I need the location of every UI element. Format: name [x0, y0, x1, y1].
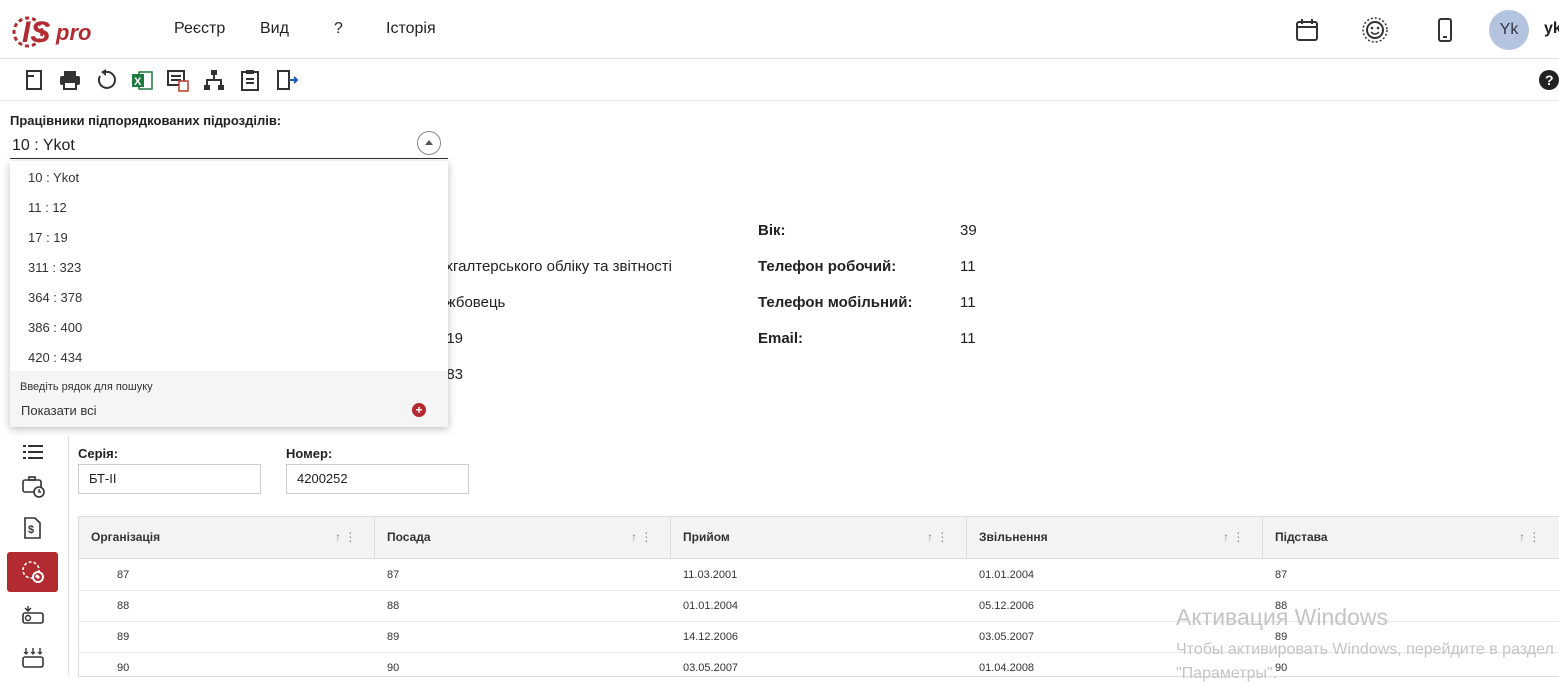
- search-hint[interactable]: Введіть рядок для пошуку: [20, 381, 153, 393]
- clipboard-icon[interactable]: [238, 68, 262, 92]
- excel-icon[interactable]: X: [130, 68, 154, 92]
- series-label: Серія:: [78, 446, 119, 461]
- info-department: ухгалтерського обліку та звітності: [438, 258, 672, 275]
- table-row[interactable]: 87 87 11.03.2001 01.01.2004 87: [79, 559, 1559, 591]
- series-field[interactable]: БТ-ІІ: [78, 464, 261, 494]
- help-icon[interactable]: ?: [1539, 70, 1559, 90]
- avatar[interactable]: Yk: [1489, 10, 1529, 50]
- chevron-up-icon[interactable]: [417, 131, 441, 155]
- column-header-organization[interactable]: Організація ↑ ⋮: [79, 517, 375, 558]
- print-icon[interactable]: [58, 68, 82, 92]
- svg-text:pro: pro: [55, 20, 91, 45]
- svg-text:IS: IS: [22, 16, 50, 49]
- number-field[interactable]: 4200252: [286, 464, 469, 494]
- menu-help[interactable]: ?: [334, 20, 343, 38]
- deductions-icon[interactable]: [7, 638, 58, 678]
- column-header-hire[interactable]: Прийом ↑ ⋮: [671, 517, 967, 558]
- column-header-position[interactable]: Посада ↑ ⋮: [375, 517, 671, 558]
- ispro-logo[interactable]: IS pro: [12, 6, 102, 54]
- email-label: Email:: [758, 330, 804, 347]
- sort-icon[interactable]: ↑ ⋮: [1223, 530, 1244, 544]
- age-value: 39: [960, 222, 977, 239]
- dropdown-option[interactable]: 11 : 12: [28, 200, 67, 215]
- refresh-icon[interactable]: [94, 68, 118, 92]
- toolbar: X: [0, 59, 1559, 101]
- windows-activation-title: Активация Windows: [1176, 604, 1388, 630]
- smiley-icon[interactable]: [1362, 17, 1388, 43]
- sort-icon[interactable]: ↑ ⋮: [631, 530, 652, 544]
- mobile-phone-value: 11: [960, 294, 976, 311]
- menu-history[interactable]: Історія: [386, 20, 436, 38]
- payments-icon[interactable]: [7, 596, 58, 636]
- plus-icon[interactable]: +: [412, 403, 426, 417]
- dropdown-option[interactable]: 364 : 378: [28, 290, 82, 305]
- card-icon[interactable]: [22, 68, 46, 92]
- work-phone-label: Телефон робочий:: [758, 258, 897, 275]
- filter-select-value[interactable]: 10 : Ykot: [12, 137, 75, 155]
- sort-icon[interactable]: ↑ ⋮: [927, 530, 948, 544]
- svg-text:?: ?: [1545, 72, 1554, 88]
- list-icon[interactable]: [7, 438, 58, 466]
- report-icon[interactable]: [166, 68, 190, 92]
- table-header: Організація ↑ ⋮ Посада ↑ ⋮ Прийом ↑ ⋮ Зв…: [79, 517, 1559, 559]
- filter-underline: [10, 158, 448, 159]
- side-nav: $: [0, 436, 69, 675]
- structure-icon[interactable]: [202, 68, 226, 92]
- employment-history-icon[interactable]: [7, 552, 58, 592]
- filter-dropdown: 10 : Ykot 11 : 12 17 : 19 311 : 323 364 …: [10, 161, 448, 427]
- calendar-icon[interactable]: [1294, 17, 1320, 43]
- mobile-phone-label: Телефон мобільний:: [758, 294, 913, 311]
- svg-text:$: $: [28, 524, 34, 536]
- dropdown-option[interactable]: 386 : 400: [28, 320, 82, 335]
- svg-text:X: X: [134, 76, 142, 88]
- sort-icon[interactable]: ↑ ⋮: [1519, 530, 1540, 544]
- user-name[interactable]: yk: [1544, 20, 1559, 38]
- filter-label: Працівники підпорядкованих підрозділів:: [10, 113, 282, 128]
- dropdown-option[interactable]: 420 : 434: [28, 350, 82, 365]
- number-label: Номер:: [286, 446, 333, 461]
- info-position-type: ужбовець: [438, 294, 506, 311]
- dropdown-footer: Введіть рядок для пошуку Показати всі +: [10, 371, 448, 427]
- work-schedule-icon[interactable]: [7, 466, 58, 506]
- age-label: Вік:: [758, 222, 786, 239]
- dropdown-option[interactable]: 311 : 323: [28, 260, 81, 275]
- salary-document-icon[interactable]: $: [7, 508, 58, 548]
- menu-registry[interactable]: Реєстр: [174, 20, 225, 38]
- work-phone-value: 11: [960, 258, 976, 275]
- mobile-icon[interactable]: [1432, 17, 1458, 43]
- top-bar: IS pro Реєстр Вид ? Історія Yk yk: [0, 0, 1559, 59]
- show-all-link[interactable]: Показати всі: [21, 403, 97, 418]
- dropdown-option[interactable]: 10 : Ykot: [28, 170, 79, 185]
- column-header-dismissal[interactable]: Звільнення ↑ ⋮: [967, 517, 1263, 558]
- email-value: 11: [960, 330, 976, 347]
- column-header-basis[interactable]: Підстава ↑ ⋮: [1263, 517, 1559, 558]
- dropdown-option[interactable]: 17 : 19: [28, 230, 68, 245]
- exit-icon[interactable]: [274, 68, 299, 92]
- sort-icon[interactable]: ↑ ⋮: [335, 530, 356, 544]
- menu-view[interactable]: Вид: [260, 20, 289, 38]
- windows-activation-text: Чтобы активировать Windows, перейдите в …: [1176, 641, 1554, 682]
